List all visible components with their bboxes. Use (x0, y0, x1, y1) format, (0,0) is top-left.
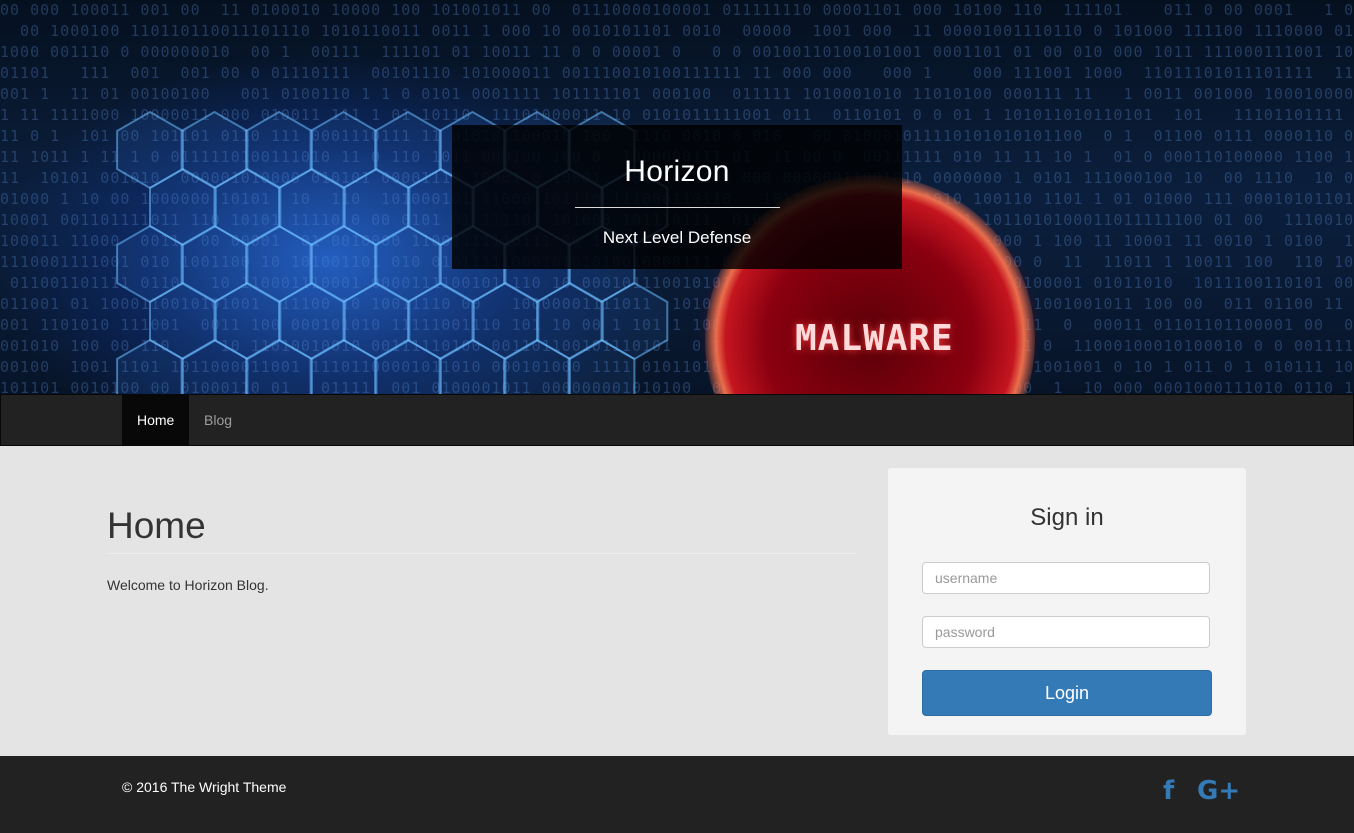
hero-banner: 00 000 100011 001 00 11 0100010 10000 10… (0, 0, 1354, 394)
site-tagline: Next Level Defense (602, 228, 752, 247)
title-divider (574, 207, 780, 208)
heading-divider (107, 553, 855, 554)
site-title[interactable]: Horizon (452, 155, 902, 189)
site-title-box: Horizon Next Level Defense (452, 125, 902, 269)
password-input[interactable] (922, 616, 1210, 648)
login-button[interactable]: Login (922, 670, 1212, 716)
google-plus-icon[interactable]: G+ (1197, 776, 1240, 806)
welcome-text: Welcome to Horizon Blog. (107, 577, 269, 593)
page-title: Home (107, 505, 206, 546)
signin-panel: Sign in Login (888, 468, 1246, 735)
footer: © 2016 The Wright Theme f G+ (0, 756, 1354, 833)
signin-title: Sign in (1030, 504, 1104, 531)
navbar: Home Blog (0, 394, 1354, 446)
nav-item-blog[interactable]: Blog (189, 395, 247, 445)
nav-item-home[interactable]: Home (122, 395, 190, 445)
malware-banner-text: MALWARE (795, 318, 954, 359)
username-input[interactable] (922, 562, 1210, 594)
copyright-text: © 2016 The Wright Theme (122, 779, 287, 795)
facebook-icon[interactable]: f (1163, 776, 1174, 806)
